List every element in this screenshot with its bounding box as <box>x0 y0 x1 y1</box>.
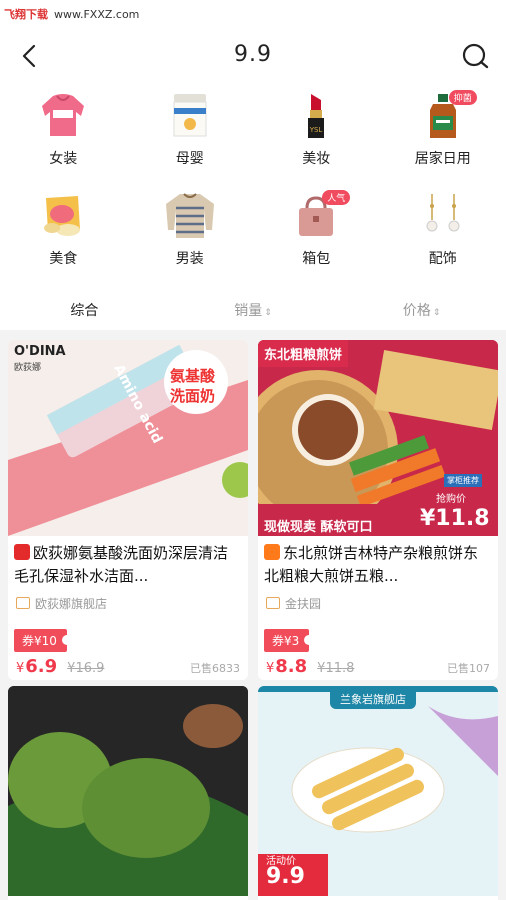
snack-bag-icon <box>35 188 91 242</box>
hoodie-icon <box>35 88 91 142</box>
image-deal-label: 抢购价 <box>436 494 466 505</box>
sort-bar: 综合 销量 ⇕ 价格 ⇕ <box>0 300 506 324</box>
product-card[interactable] <box>8 686 248 900</box>
category-tag: 抑菌 <box>448 90 477 105</box>
formula-can-icon <box>162 88 218 142</box>
sort-label: 综合 <box>70 303 99 319</box>
disinfectant-bottle-icon: 抑菌 <box>415 88 477 142</box>
product-card[interactable]: 东北粗粮煎饼 抢购价 ¥11.8 现做现卖 酥软可口 掌柜推荐 东北煎饼吉林特产… <box>258 340 498 680</box>
sweater-icon <box>162 188 218 242</box>
product-image <box>8 686 248 896</box>
image-deal-price: ¥11.8 <box>420 506 490 531</box>
product-title: 东北煎饼吉林特产杂粮煎饼东北粗粮大煎饼五粮... <box>258 536 498 592</box>
earrings-icon <box>415 188 471 242</box>
category-bags[interactable]: 人气 箱包 <box>253 188 380 270</box>
original-price: ¥16.9 <box>67 661 105 676</box>
category-label: 母婴 <box>175 151 204 167</box>
svg-text:YSL: YSL <box>309 126 323 134</box>
store-name: 金扶园 <box>285 597 322 611</box>
watermark: 飞翔下载 www.FXXZ.com <box>4 6 139 22</box>
category-womens[interactable]: 女装 <box>0 88 127 170</box>
category-tag: 人气 <box>322 190 351 205</box>
category-mens[interactable]: 男装 <box>127 188 254 270</box>
tmall-icon <box>14 544 30 560</box>
top-bar: 9.9 <box>0 36 506 76</box>
sold-count: 已售107 <box>447 662 490 675</box>
sort-comprehensive[interactable]: 综合 <box>0 300 169 324</box>
lipstick-icon: YSL <box>288 88 344 142</box>
product-title-text: 欧荻娜氨基酸洗面奶深层清洁毛孔保湿补水洁面... <box>14 544 229 585</box>
sort-label: 销量 <box>234 303 263 319</box>
product-image: 兰象岩旗舰店 活动价 9.9 <box>258 686 498 896</box>
image-brand: O'DINA <box>14 344 66 359</box>
category-household[interactable]: 抑菌 居家日用 <box>380 88 506 170</box>
sort-arrows-icon: ⇕ <box>432 308 441 318</box>
product-title-text: 东北煎饼吉林特产杂粮煎饼东北粗粮大煎饼五粮... <box>264 544 479 585</box>
watermark-brand: 飞翔下载 <box>4 8 48 21</box>
shop-icon <box>16 597 30 609</box>
image-slogan: 现做现卖 酥软可口 <box>264 520 373 535</box>
sold-count: 已售6833 <box>190 662 240 675</box>
category-label: 男装 <box>175 251 204 267</box>
taobao-icon <box>264 544 280 560</box>
image-badge-line1: 氨基酸 <box>170 367 216 385</box>
category-grid: 女装 母婴 YSL 美妆 抑菌 居家日用 美食 男装 人气 箱包 配饰 <box>0 88 506 270</box>
category-label: 箱包 <box>302 251 331 267</box>
image-tag: 掌柜推荐 <box>444 474 482 487</box>
sort-price[interactable]: 价格 ⇕ <box>337 300 506 324</box>
current-price: ¥6.9 <box>16 656 58 677</box>
image-badge-line2: 洗面奶 <box>170 387 216 405</box>
coupon-badge[interactable]: 券¥10 <box>14 629 72 652</box>
product-image: O'DINA 欧荻娜 氨基酸 洗面奶 Amino acid <box>8 340 248 536</box>
product-image: 东北粗粮煎饼 抢购价 ¥11.8 现做现卖 酥软可口 掌柜推荐 <box>258 340 498 536</box>
page-title: 9.9 <box>234 42 272 67</box>
sort-label: 价格 <box>402 303 431 319</box>
watermark-url: www.FXXZ.com <box>54 8 140 21</box>
category-label: 美食 <box>49 251 78 267</box>
coupon-badge[interactable]: 券¥3 <box>264 629 315 652</box>
image-deal-price: 9.9 <box>266 864 305 889</box>
category-baby[interactable]: 母婴 <box>127 88 254 170</box>
category-beauty[interactable]: YSL 美妆 <box>253 88 380 170</box>
image-brand-cn: 欧荻娜 <box>14 363 42 373</box>
sort-sales[interactable]: 销量 ⇕ <box>169 300 338 324</box>
product-card[interactable]: 兰象岩旗舰店 活动价 9.9 <box>258 686 498 900</box>
product-feed: O'DINA 欧荻娜 氨基酸 洗面奶 Amino acid 欧荻娜氨基酸洗面奶深… <box>0 330 506 900</box>
category-label: 美妆 <box>302 151 331 167</box>
category-label: 女装 <box>49 151 78 167</box>
image-store-banner: 兰象岩旗舰店 <box>330 689 416 709</box>
current-price: ¥8.8 <box>266 656 308 677</box>
store-row: 欧荻娜旗舰店 <box>8 592 248 615</box>
store-row: 金扶园 <box>258 592 498 615</box>
product-title: 欧荻娜氨基酸洗面奶深层清洁毛孔保湿补水洁面... <box>8 536 248 592</box>
category-label: 居家日用 <box>414 151 471 167</box>
original-price: ¥11.8 <box>317 661 355 676</box>
category-label: 配饰 <box>428 251 457 267</box>
price-row: ¥6.9 ¥16.9 已售6833 <box>8 652 248 680</box>
store-name: 欧荻娜旗舰店 <box>35 597 108 611</box>
product-card[interactable]: O'DINA 欧荻娜 氨基酸 洗面奶 Amino acid 欧荻娜氨基酸洗面奶深… <box>8 340 248 680</box>
image-header: 东北粗粮煎饼 <box>258 340 349 367</box>
handbag-icon: 人气 <box>288 188 351 242</box>
category-food[interactable]: 美食 <box>0 188 127 270</box>
category-accessories[interactable]: 配饰 <box>380 188 506 270</box>
search-icon[interactable] <box>460 41 490 71</box>
price-row: ¥8.8 ¥11.8 已售107 <box>258 652 498 680</box>
shop-icon <box>266 597 280 609</box>
sort-arrows-icon: ⇕ <box>264 308 272 318</box>
